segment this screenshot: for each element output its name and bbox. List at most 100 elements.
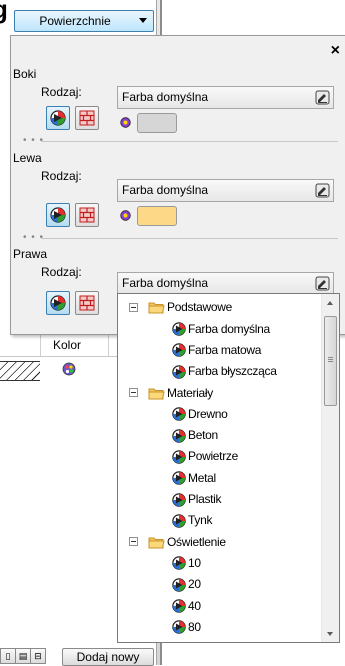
collapse-toggle[interactable] <box>129 388 138 398</box>
tree-item-label: 10 <box>188 555 201 570</box>
material-icon <box>172 620 186 635</box>
tree-item-label: Farba błyszcząca <box>188 364 277 379</box>
material-icon <box>172 407 186 422</box>
material-icon <box>172 450 186 464</box>
tree-item-label: Metal <box>188 470 216 485</box>
collapse-toggle[interactable] <box>129 303 138 312</box>
surfaces-popup: × Boki Rodzaj: Farba domyślna • • • Lewa… <box>10 35 345 335</box>
column-separator <box>108 332 109 356</box>
paint-icon <box>50 207 66 223</box>
close-icon[interactable]: × <box>331 43 340 59</box>
column-header-kolor[interactable]: Kolor <box>53 338 81 352</box>
divider <box>41 238 338 239</box>
material-icon <box>172 428 186 443</box>
hatch-pattern-cell <box>0 361 40 381</box>
paint-icon <box>50 110 66 126</box>
tree-item-label: Drewno <box>188 406 228 421</box>
material-field-boki[interactable]: Farba domyślna <box>117 86 334 109</box>
tree-item[interactable]: Farba błyszcząca <box>172 361 277 382</box>
paint-type-button[interactable] <box>46 106 70 130</box>
material-picker-icon[interactable] <box>315 90 330 105</box>
tree-item[interactable]: 20 <box>172 574 201 595</box>
tree-item-label: 20 <box>188 577 201 592</box>
tree-item[interactable]: Farba matowa <box>172 340 261 361</box>
material-field-value: Farba domyślna <box>122 276 209 290</box>
material-field-value: Farba domyślna <box>122 183 209 197</box>
section-title-prawa: Prawa <box>13 247 48 261</box>
paint-type-button[interactable] <box>46 203 70 227</box>
material-tree-dropdown[interactable]: Podstawowe Farba domyślna Farba matowa Farb… <box>117 293 340 643</box>
paint-type-button[interactable] <box>46 291 70 315</box>
material-icon <box>172 364 186 379</box>
paint-icon <box>50 295 66 311</box>
tree-item[interactable]: Farba domyślna <box>172 318 270 339</box>
tree-item-label: Farba domyślna <box>188 321 270 336</box>
tree-group-label: Oświetlenie <box>167 534 226 549</box>
material-icon <box>172 514 186 528</box>
section-title-lewa: Lewa <box>13 151 42 165</box>
chevron-down-icon <box>139 18 147 23</box>
page-icon[interactable]: ▯ <box>0 648 16 664</box>
tree-item[interactable]: Tynk <box>172 510 212 531</box>
material-icon <box>172 599 186 613</box>
scroll-down-arrow[interactable] <box>322 625 339 642</box>
scroll-up-arrow[interactable] <box>322 294 339 311</box>
tree-item[interactable]: Beton <box>172 425 218 446</box>
material-icon <box>172 556 186 571</box>
tree-group-label: Podstawowe <box>167 300 233 315</box>
tree-item-label: Beton <box>188 428 218 443</box>
tree-item-label: Plastik <box>188 492 222 507</box>
tree-item[interactable]: 40 <box>172 595 201 616</box>
picker-icon[interactable]: ⊟ <box>30 648 46 664</box>
texture-type-button[interactable] <box>75 203 99 227</box>
divider <box>41 141 338 142</box>
material-field-value: Farba domyślna <box>122 90 209 104</box>
tree-scrollbar[interactable] <box>321 294 339 642</box>
material-picker-icon[interactable] <box>315 183 330 198</box>
tree-group-label: Materiały <box>167 385 213 400</box>
tree-item[interactable]: 80 <box>172 617 201 638</box>
tree-item-label: 40 <box>188 598 201 613</box>
tree-item-label: Powietrze <box>188 449 238 464</box>
background-title-fragment: g <box>0 0 9 30</box>
material-field-lewa[interactable]: Farba domyślna <box>117 179 334 202</box>
tree-item[interactable]: Plastik <box>172 489 222 510</box>
color-swatch-boki[interactable] <box>137 113 177 133</box>
column-separator <box>40 332 41 356</box>
texture-type-button[interactable] <box>75 106 99 130</box>
material-icon <box>172 577 186 592</box>
tree-item[interactable]: Drewno <box>172 404 228 425</box>
section-title-boki: Boki <box>13 67 37 81</box>
material-icon <box>172 343 186 358</box>
brick-icon <box>79 110 95 126</box>
tree-group[interactable]: Materiały <box>148 382 213 403</box>
folder-icon <box>148 388 165 400</box>
tree-item-label: Farba matowa <box>188 342 262 357</box>
scroll-thumb[interactable] <box>324 316 337 406</box>
texture-type-button[interactable] <box>75 291 99 315</box>
picker-icon[interactable]: ▤ <box>15 648 31 664</box>
material-icon <box>172 322 186 336</box>
color-picker-icon[interactable] <box>120 210 131 221</box>
rodzaj-label: Rodzaj: <box>41 265 82 279</box>
brick-icon <box>79 207 95 223</box>
material-icon <box>172 471 186 485</box>
tree-group[interactable]: Podstawowe <box>148 297 232 318</box>
rodzaj-label: Rodzaj: <box>41 169 82 183</box>
tree-item[interactable]: 10 <box>172 553 201 574</box>
collapse-toggle[interactable] <box>129 537 138 547</box>
material-picker-icon[interactable] <box>315 276 330 291</box>
tree-item[interactable]: Metal <box>172 467 216 488</box>
tree-group[interactable]: Oświetlenie <box>148 531 226 552</box>
color-picker-icon[interactable] <box>120 117 131 128</box>
tree-item[interactable]: Powietrze <box>172 446 238 467</box>
surfaces-dropdown[interactable]: Powierzchnie <box>14 10 154 32</box>
surfaces-dropdown-label: Powierzchnie <box>39 14 111 28</box>
color-swatch-lewa[interactable] <box>137 206 177 226</box>
folder-icon <box>148 537 165 549</box>
material-field-prawa[interactable]: Farba domyślna <box>117 272 334 295</box>
palette-icon <box>62 362 76 376</box>
add-new-button[interactable]: Dodaj nowy <box>62 648 154 666</box>
rodzaj-label: Rodzaj: <box>41 85 82 99</box>
material-icon <box>172 492 186 507</box>
